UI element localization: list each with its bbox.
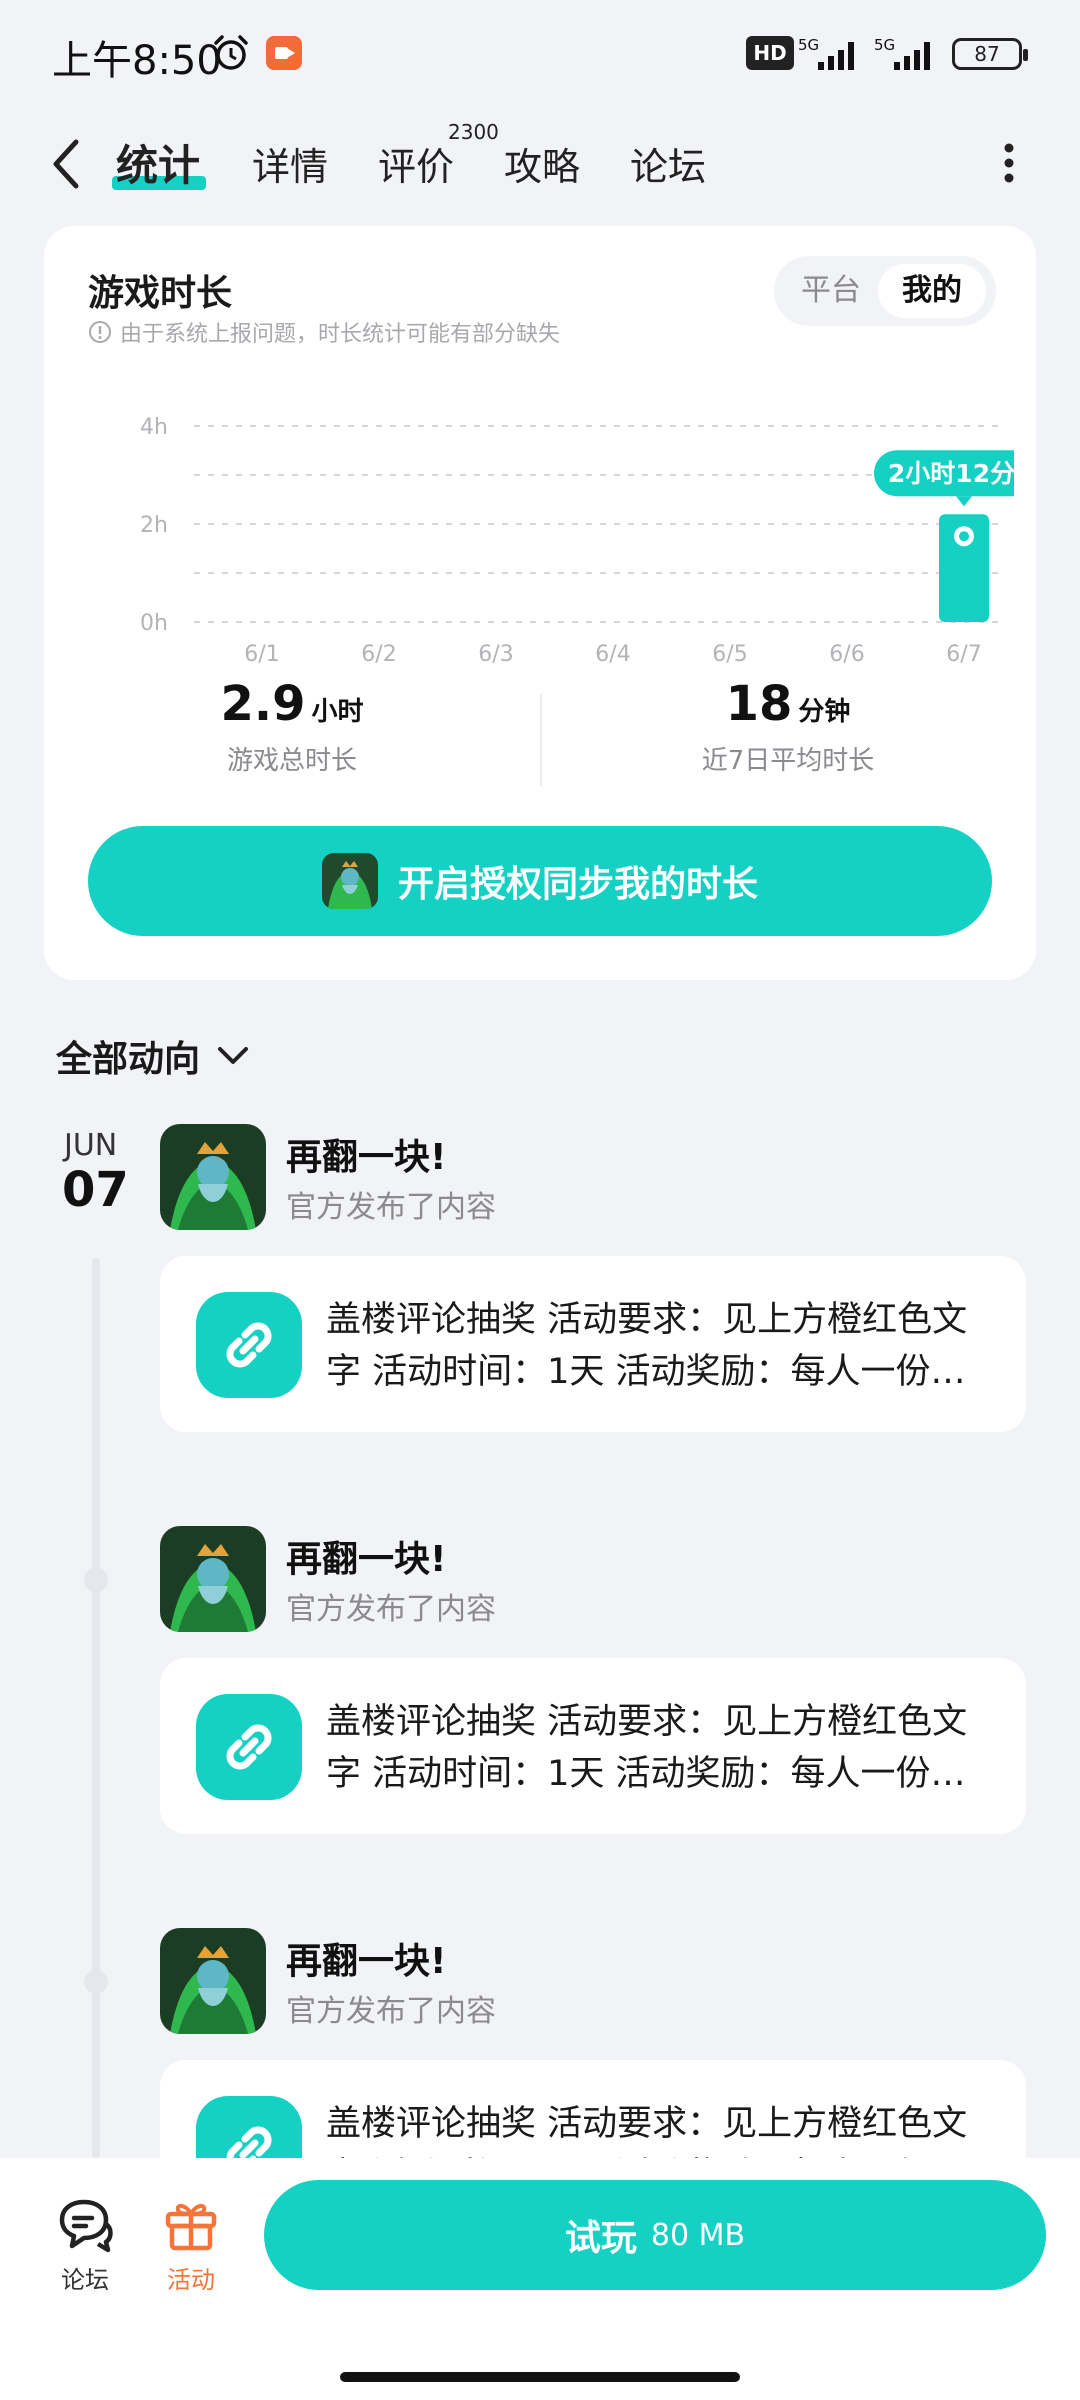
home-indicator[interactable] xyxy=(340,2372,740,2382)
total-playtime-label: 游戏总时长 xyxy=(226,746,357,776)
post-author[interactable]: 再翻一块! xyxy=(286,1932,446,1984)
game-avatar-icon[interactable] xyxy=(160,1928,266,2034)
svg-text:5G: 5G xyxy=(874,36,895,54)
chart-x-tick-label: 6/4 xyxy=(595,642,630,667)
playtime-bar-chart: 0h 2h 4h 6/1 6/2 6/3 6/4 6/5 6/6 6/7 2小时12分钟 xyxy=(140,415,1014,667)
tab-guides[interactable]: 攻略 xyxy=(504,136,580,191)
link-thumbnail xyxy=(196,1694,302,1800)
game-avatar-icon[interactable] xyxy=(160,1526,266,1632)
playtime-stats-card: 游戏时长 由于系统上报问题，时长统计可能有部分缺失 平台 我的 0h 2h 4h 6/… xyxy=(44,226,1036,980)
post-date-month: JUN xyxy=(64,1128,118,1163)
nav-forum-label: 论坛 xyxy=(61,2266,109,2294)
chart-x-tick-label: 6/2 xyxy=(361,642,396,667)
signal-strength-icon: 5G xyxy=(798,36,854,70)
timeline-dot xyxy=(84,1970,108,1994)
feed-filter-dropdown[interactable]: 全部动向 xyxy=(56,1030,250,1082)
chart-tooltip-label: 2小时12分钟 xyxy=(888,459,1014,488)
link-icon xyxy=(226,1322,272,1368)
post-content-card[interactable]: 盖楼评论抽奖 活动要求：见上方橙红色文字 活动时间：1天 活动奖励：每人一份奖励 xyxy=(160,1658,1026,1834)
svg-text:5G: 5G xyxy=(798,36,819,54)
stats-disclaimer: 由于系统上报问题，时长统计可能有部分缺失 xyxy=(88,316,560,348)
game-avatar-icon xyxy=(321,853,378,909)
post-author[interactable]: 再翻一块! xyxy=(286,1128,446,1180)
chart-bar-marker-dot xyxy=(959,531,969,542)
hd-voice-badge: HD xyxy=(746,36,794,70)
average-playtime-value: 18 xyxy=(725,676,793,732)
toggle-mine[interactable]: 我的 xyxy=(878,264,986,318)
download-size: 80 MB xyxy=(650,2217,746,2253)
forum-chat-icon xyxy=(59,2199,113,2253)
post-text: 盖楼评论抽奖 活动要求：见上方橙红色文字 活动时间：1天 活动奖励：每人一份奖励 xyxy=(326,1300,968,1392)
post-content-card[interactable]: 盖楼评论抽奖 活动要求：见上方橙红色文字 活动时间：1天 活动奖励：每人一份奖励 xyxy=(160,1256,1026,1432)
alarm-icon xyxy=(214,35,248,70)
chart-x-tick-label: 6/5 xyxy=(712,642,747,667)
tab-stats[interactable]: 统计 xyxy=(116,132,200,193)
nav-activity[interactable]: 活动 xyxy=(146,2194,236,2295)
signal-strength-icon-2: 5G xyxy=(874,36,930,70)
disclaimer-text: 由于系统上报问题，时长统计可能有部分缺失 xyxy=(120,322,561,347)
chart-y-tick-label: 2h xyxy=(140,513,168,538)
post-text: 盖楼评论抽奖 活动要求：见上方橙红色文字 活动时间：1天 活动奖励：每人一份奖励 xyxy=(326,1702,968,1794)
battery-indicator: 87 xyxy=(952,38,1028,70)
average-playtime-label: 近7日平均时长 xyxy=(701,746,875,776)
timeline-line xyxy=(92,1258,100,2158)
nav-forum[interactable]: 论坛 xyxy=(40,2194,130,2295)
game-detail-screen: 上午8:50 HD 5G 5G 87 统计 详情 评价 2300 攻略 论坛 游… xyxy=(0,0,1080,2400)
game-avatar-icon[interactable] xyxy=(160,1124,266,1230)
toggle-platform[interactable]: 平台 xyxy=(786,264,876,318)
link-icon xyxy=(226,1724,272,1770)
chart-x-tick-label: 6/1 xyxy=(244,642,279,667)
chart-x-tick-label: 6/6 xyxy=(829,642,864,667)
sync-button-label: 开启授权同步我的时长 xyxy=(397,864,758,905)
post-date-day: 07 xyxy=(62,1162,129,1218)
scope-toggle: 平台 我的 xyxy=(774,256,996,326)
try-play-button[interactable]: 试玩 80 MB xyxy=(264,2180,1046,2290)
back-arrow-icon[interactable] xyxy=(48,136,84,192)
try-play-label: 试玩 xyxy=(564,2218,637,2259)
card-title: 游戏时长 xyxy=(88,273,233,314)
post-action: 官方发布了内容 xyxy=(286,1994,496,2029)
sync-playtime-button[interactable]: 开启授权同步我的时长 xyxy=(88,826,992,936)
chevron-down-icon xyxy=(218,1047,249,1064)
post-action: 官方发布了内容 xyxy=(286,1592,496,1627)
status-time: 上午8:50 xyxy=(52,38,222,84)
total-playtime-unit: 小时 xyxy=(311,697,364,727)
chart-y-tick-label: 4h xyxy=(140,415,168,440)
info-icon xyxy=(89,321,111,343)
post-author[interactable]: 再翻一块! xyxy=(286,1530,446,1582)
average-playtime-unit: 分钟 xyxy=(798,697,851,727)
screen-record-icon xyxy=(266,36,302,70)
chart-tooltip-pointer xyxy=(956,496,972,507)
tab-reviews[interactable]: 评价 xyxy=(378,136,454,191)
timeline-dot xyxy=(84,1568,108,1592)
bottom-action-bar: 论坛 活动 试玩 80 MB xyxy=(0,2158,1080,2400)
link-thumbnail xyxy=(196,1292,302,1398)
feed-filter-label: 全部动向 xyxy=(56,1039,201,1080)
chart-y-tick-label: 0h xyxy=(140,611,168,636)
status-bar: 上午8:50 HD 5G 5G 87 xyxy=(0,0,1080,108)
chart-x-tick-label: 6/3 xyxy=(478,642,513,667)
chart-x-tick-label: 6/7 xyxy=(946,642,981,667)
average-playtime-stat: 18 分钟 近7日平均时长 xyxy=(540,676,1036,777)
review-count-badge: 2300 xyxy=(448,120,499,144)
gift-icon xyxy=(165,2203,217,2251)
tab-header: 统计 详情 评价 2300 攻略 论坛 xyxy=(0,108,1080,218)
post-action: 官方发布了内容 xyxy=(286,1190,496,1225)
more-options-icon[interactable] xyxy=(1004,142,1014,184)
tab-details[interactable]: 详情 xyxy=(252,136,328,191)
nav-activity-label: 活动 xyxy=(167,2266,215,2294)
total-playtime-stat: 2.9 小时 游戏总时长 xyxy=(44,676,540,777)
tab-forum[interactable]: 论坛 xyxy=(630,136,706,191)
total-playtime-value: 2.9 xyxy=(220,676,306,732)
